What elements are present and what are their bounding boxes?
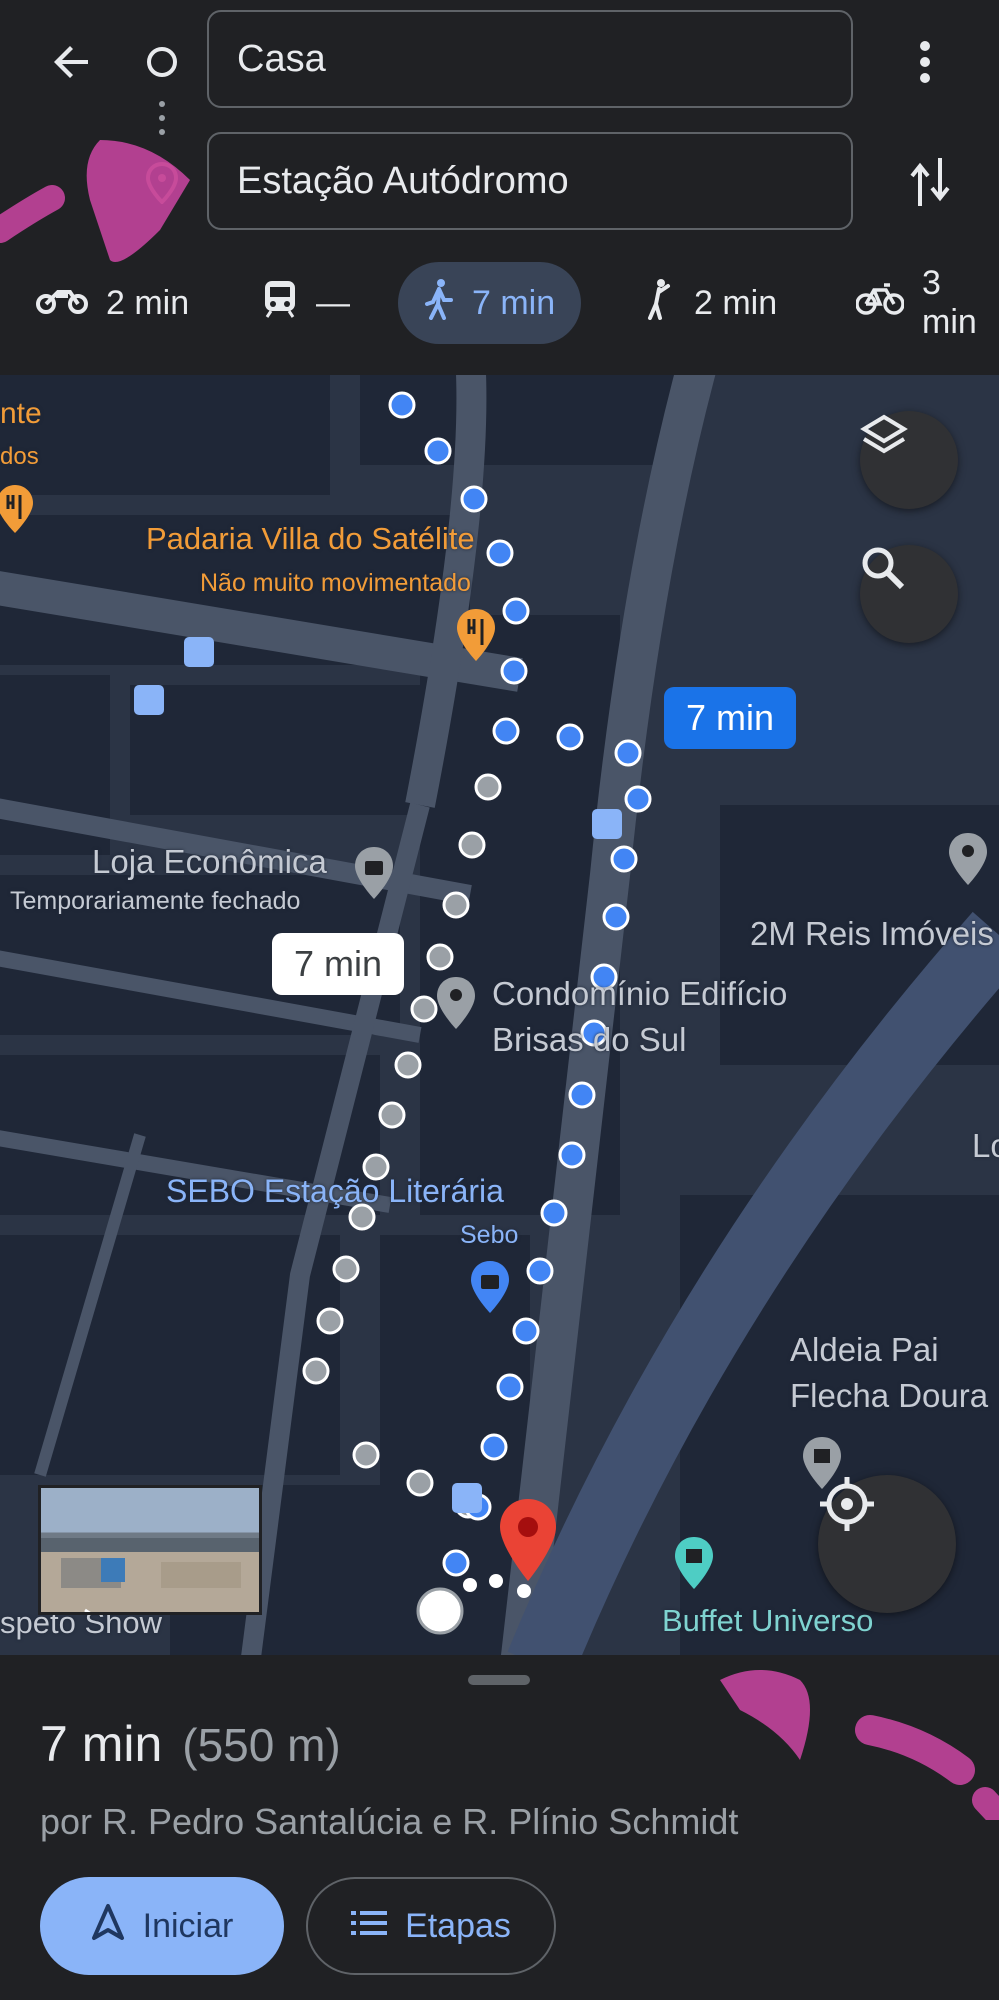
my-location-button[interactable] — [818, 1475, 956, 1613]
shopping-bag-icon[interactable] — [352, 845, 396, 903]
mode-motorcycle-time: 2 min — [106, 283, 190, 322]
mode-ride-service[interactable]: 2 min — [644, 262, 777, 344]
mode-walking[interactable]: 7 min — [398, 262, 582, 344]
poi-sebo-category: Sebo — [460, 1221, 519, 1249]
route-distance: (550 m) — [182, 1719, 341, 1771]
destination-marker-icon[interactable] — [496, 1497, 560, 1583]
travel-modes: 2 min — 7 min 2 min 3 min — [0, 262, 999, 348]
mode-bicycle[interactable]: 3 min — [855, 262, 999, 344]
street-view-thumbnail[interactable] — [38, 1485, 262, 1615]
poi-partial-top-left-sub: dos — [0, 443, 39, 470]
sebo-shopping-icon[interactable] — [468, 1259, 512, 1317]
mode-ride-service-time: 2 min — [694, 283, 778, 322]
poi-loja-status: Temporariamente fechado — [10, 887, 301, 915]
start-button[interactable]: Iniciar — [40, 1877, 284, 1975]
restaurant-icon[interactable] — [0, 483, 36, 535]
route-time-bubble-alt[interactable]: 7 min — [272, 933, 405, 995]
map-canvas — [0, 375, 999, 1655]
poi-partial-right: Lo — [972, 1127, 999, 1164]
annotation-mark-top — [0, 140, 190, 262]
mode-transit-time: — — [316, 283, 350, 322]
reis-pin-icon[interactable] — [946, 831, 990, 889]
condominio-pin-icon[interactable] — [434, 975, 478, 1033]
poi-sebo-name[interactable]: SEBO Estação Literária — [166, 1173, 504, 1210]
layers-button[interactable] — [860, 411, 958, 509]
annotation-mark-bottom — [720, 1670, 999, 1820]
sheet-drag-handle[interactable] — [468, 1675, 530, 1685]
route-via: por R. Pedro Santalúcia e R. Plínio Schm… — [40, 1801, 739, 1842]
motorcycle-icon — [36, 284, 88, 323]
poi-aldeia-line2[interactable]: Flecha Doura — [790, 1377, 988, 1415]
origin-input[interactable]: Casa — [207, 10, 853, 108]
poi-loja-name[interactable]: Loja Econômica — [92, 843, 327, 881]
poi-padaria-status: Não muito movimentado — [200, 569, 471, 597]
poi-partial-top-left: nte — [0, 397, 42, 430]
search-map-button[interactable] — [860, 545, 958, 643]
padaria-restaurant-icon[interactable] — [454, 607, 498, 663]
start-button-label: Iniciar — [142, 1906, 234, 1945]
mode-motorcycle[interactable]: 2 min — [36, 262, 189, 344]
list-icon — [351, 1907, 388, 1946]
route-summary: 7 min (550 m) — [40, 1715, 341, 1773]
mode-transit[interactable]: — — [262, 262, 350, 344]
more-options-icon[interactable] — [900, 30, 950, 94]
mode-bicycle-time: 3 min — [922, 264, 977, 341]
steps-button[interactable]: Etapas — [306, 1877, 556, 1975]
bicycle-icon — [855, 282, 905, 325]
destination-input[interactable]: Estação Autódromo — [207, 132, 853, 230]
map-view[interactable]: nte dos Padaria Villa do Satélite Não mu… — [0, 375, 999, 1655]
poi-aldeia-line1[interactable]: Aldeia Pai — [790, 1331, 939, 1369]
poi-condominio-line2[interactable]: Brisas do Sul — [492, 1021, 686, 1059]
ride-service-icon — [644, 278, 676, 329]
back-arrow-icon[interactable] — [40, 30, 104, 94]
poi-condominio-line1[interactable]: Condomínio Edifício — [492, 975, 787, 1013]
poi-padaria-name[interactable]: Padaria Villa do Satélite — [146, 521, 475, 557]
steps-button-label: Etapas — [405, 1906, 511, 1945]
walking-icon — [424, 278, 454, 329]
directions-header: Casa Estação Autódromo 2 min — 7 min 2 m… — [0, 0, 999, 375]
route-time-bubble-primary[interactable]: 7 min — [664, 687, 797, 749]
swap-icon[interactable] — [900, 150, 960, 214]
origin-circle-icon — [140, 40, 184, 84]
route-duration: 7 min — [40, 1716, 163, 1772]
poi-reis-imoveis[interactable]: 2M Reis Imóveis — [750, 915, 994, 953]
mode-walking-time: 7 min — [472, 283, 556, 322]
transit-icon — [262, 279, 298, 328]
navigation-arrow-icon — [91, 1903, 125, 1950]
buffet-pin-icon[interactable] — [672, 1535, 716, 1593]
